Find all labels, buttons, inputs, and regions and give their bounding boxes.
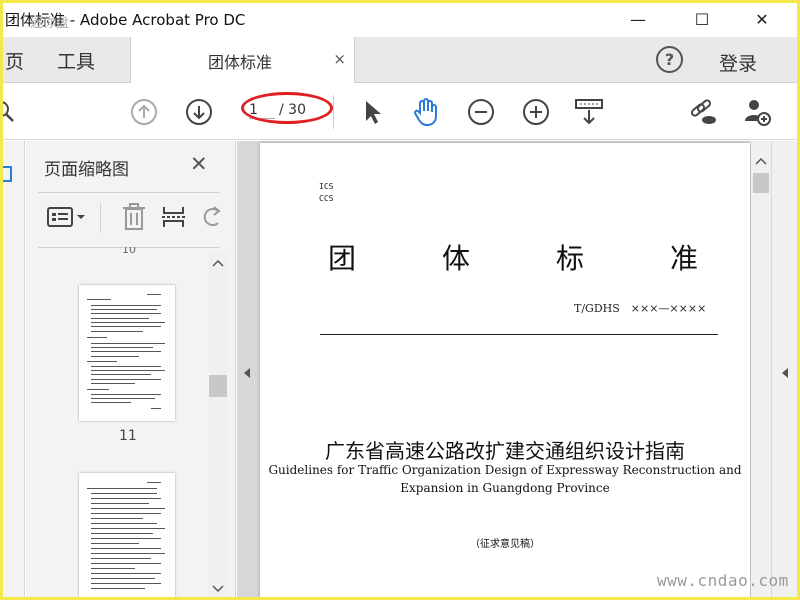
corner-watermark: 迷你盘 [30, 16, 70, 31]
extract-page-icon[interactable] [161, 203, 187, 235]
acrobat-window: 团体标准 - Adobe Acrobat Pro DC 迷你盘 — ☐ ✕ 页 … [3, 3, 797, 597]
ics-label: ICS [319, 182, 334, 191]
panel-close-icon[interactable]: ✕ [190, 152, 208, 176]
tab-home-label: 页 [5, 50, 25, 73]
ics-ccs-label: ICS CCS [319, 181, 333, 205]
document-area: ICS CCS 团 体 标 准 T/GDHS ×××—×××× 广东省高速公路改… [237, 141, 797, 597]
collapse-left-icon[interactable] [243, 367, 251, 379]
scroll-down-icon[interactable] [212, 585, 224, 593]
bookmark-rail-icon[interactable] [3, 165, 13, 183]
heading-char: 体 [442, 242, 471, 275]
delete-page-icon[interactable] [121, 203, 147, 235]
panel-divider [38, 192, 220, 193]
document-scroll-thumb[interactable] [753, 173, 769, 193]
toolbar-divider [333, 95, 334, 129]
document-title-en-2: Expansion in Guangdong Province [400, 481, 610, 495]
close-window-button[interactable]: ✕ [739, 3, 785, 35]
document-title-en-1: Guidelines for Traffic Organization Desi… [268, 463, 742, 477]
help-icon[interactable]: ? [656, 46, 683, 73]
link-cloud-icon[interactable] [688, 97, 718, 127]
search-icon[interactable] [3, 97, 21, 127]
pdf-page: ICS CCS 团 体 标 准 T/GDHS ×××—×××× 广东省高速公路改… [260, 143, 750, 597]
minimize-button[interactable]: — [615, 3, 661, 35]
heading-char: 标 [556, 242, 585, 275]
page-thumbnail-12[interactable] [79, 473, 175, 597]
ccs-label: CCS [319, 194, 334, 203]
maximize-button[interactable]: ☐ [679, 3, 725, 35]
scroll-mode-icon[interactable] [574, 97, 604, 127]
tab-bar: 页 工具 团体标准 × ? 登录 [3, 37, 797, 84]
left-rail [3, 141, 25, 597]
page-down-icon[interactable] [184, 97, 214, 127]
thumbnails-scrollbar[interactable] [209, 253, 227, 597]
login-button[interactable]: 登录 [719, 49, 757, 76]
minimize-icon: — [630, 9, 646, 29]
thumbnails-panel: 页面缩略图 ✕ 10 11 [26, 141, 236, 597]
close-icon: ✕ [755, 9, 769, 29]
red-highlight-annotation [241, 92, 333, 124]
tab-close-icon[interactable]: × [333, 50, 346, 68]
tab-document[interactable]: 团体标准 × [130, 37, 355, 84]
tab-tools[interactable]: 工具 [57, 37, 95, 83]
panel-title: 页面缩略图 [44, 160, 129, 180]
prev-page-number: 10 [122, 247, 136, 255]
site-watermark: www.cndao.com [657, 571, 789, 590]
heading-char: 准 [670, 242, 699, 275]
title-bar: 团体标准 - Adobe Acrobat Pro DC 迷你盘 — ☐ ✕ [3, 3, 797, 35]
hand-tool-icon[interactable] [411, 97, 441, 127]
zoom-out-icon[interactable] [466, 97, 496, 127]
standard-code: T/GDHS ×××—×××× [574, 302, 707, 315]
add-user-icon[interactable] [742, 97, 772, 127]
tab-document-label: 团体标准 [208, 53, 273, 72]
right-rail [772, 141, 797, 597]
heading-char: 团 [328, 242, 357, 275]
draft-note: （征求意见稿） [470, 539, 540, 550]
document-title-zh: 广东省高速公路改扩建交通组织设计指南 [325, 439, 685, 463]
page-thumbnail-11[interactable] [79, 285, 175, 421]
toolbar: 1 / 30 [3, 83, 797, 140]
tab-home[interactable]: 页 [5, 37, 24, 83]
maximize-icon: ☐ [694, 9, 710, 29]
rotate-page-icon[interactable] [202, 205, 222, 233]
tab-tools-label: 工具 [57, 50, 96, 73]
page-up-icon[interactable] [129, 97, 159, 127]
zoom-in-icon[interactable] [521, 97, 551, 127]
panel-toolbar-divider [100, 203, 101, 233]
thumbnail-options-icon[interactable] [46, 205, 90, 233]
select-cursor-icon[interactable] [357, 97, 387, 127]
expand-right-panel-icon[interactable] [781, 367, 789, 379]
page-number-label: 11 [119, 428, 137, 444]
document-scrollbar[interactable] [751, 141, 771, 597]
scroll-up-icon[interactable] [212, 259, 224, 267]
thumbnails-scroll-thumb[interactable] [209, 375, 227, 397]
scroll-up-icon[interactable] [755, 157, 767, 165]
header-rule [320, 334, 718, 335]
